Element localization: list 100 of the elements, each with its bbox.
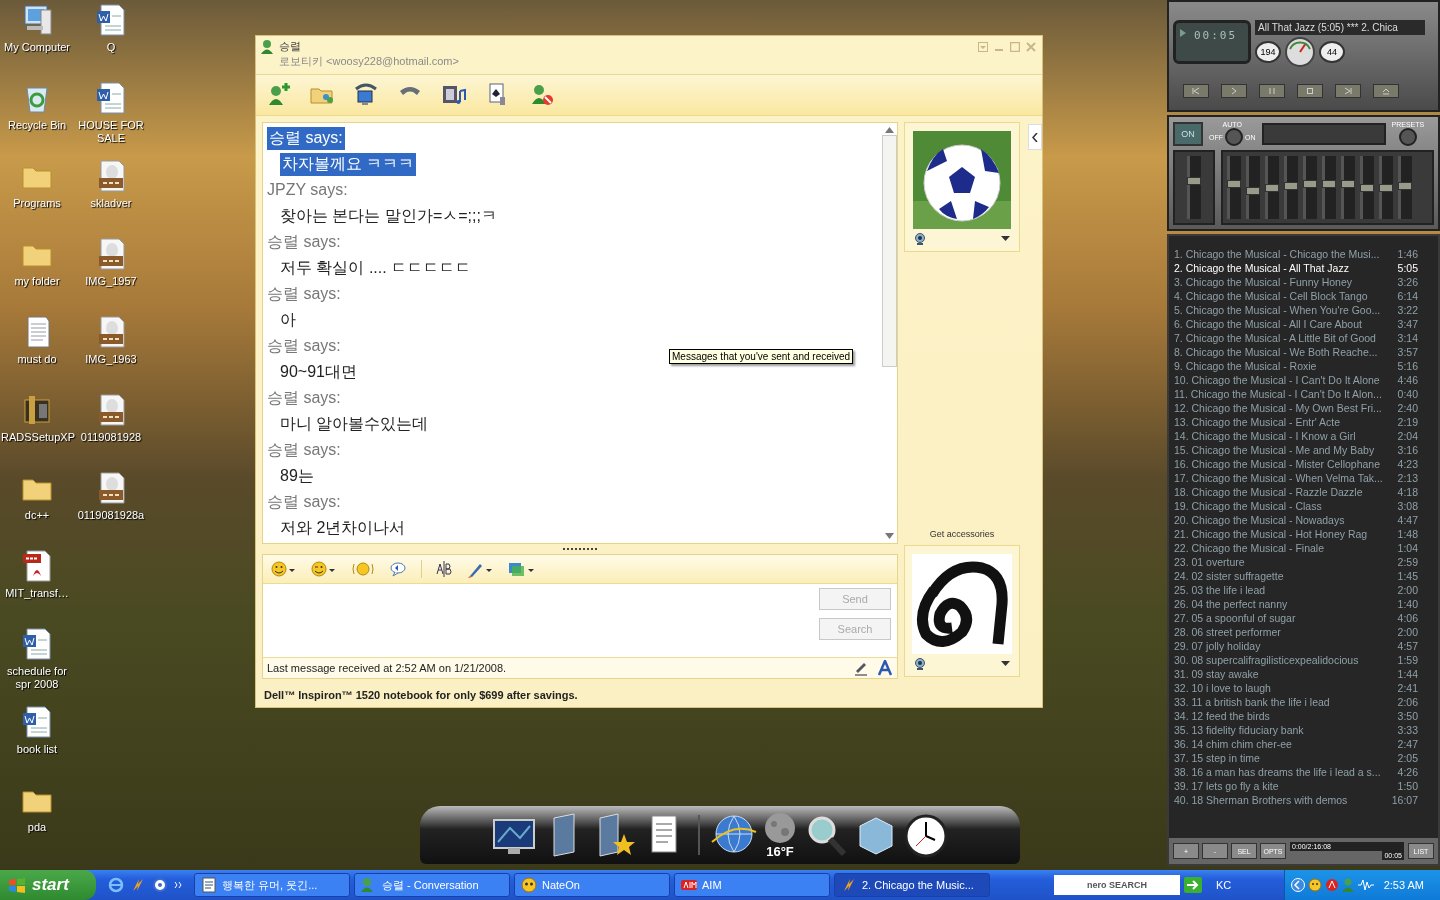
band-slider-handle[interactable]	[1379, 183, 1393, 192]
playlist-track[interactable]: 22. Chicago the Musical - Finale 1:04	[1174, 542, 1434, 556]
playlist-track[interactable]: 36. 14 chim chim cher-ee 2:47	[1174, 738, 1434, 752]
playlist-track[interactable]: 1. Chicago the Musical - Chicago the Musi... 1:46	[1174, 248, 1434, 262]
icon-label[interactable]: 0119081928a	[75, 509, 147, 522]
presets-knob[interactable]	[1398, 128, 1417, 146]
go-arrow-icon[interactable]	[1184, 877, 1202, 893]
playlist-track[interactable]: 23. 01 overture 2:59	[1174, 556, 1434, 570]
playlist-track[interactable]: 18. Chicago the Musical - Razzle Dazzle 4:18	[1174, 486, 1434, 500]
playlist-track[interactable]: 39. 17 lets go fly a kite 1:50	[1174, 780, 1434, 794]
playlist-track[interactable]: 5. Chicago the Musical - When You're Goo... 3:22	[1174, 304, 1434, 318]
font-icon[interactable]	[877, 660, 893, 676]
band-slider-handle[interactable]	[1265, 183, 1279, 192]
icon-label[interactable]: IMG_1963	[75, 353, 147, 366]
taskbar-button[interactable]: AIM	[674, 873, 830, 897]
playlist-track[interactable]: 19. Chicago the Musical - Class 3:08	[1174, 500, 1434, 514]
playlist-track[interactable]: 37. 15 step in time 2:05	[1174, 752, 1434, 766]
smiley-icon[interactable]	[1307, 878, 1322, 892]
chevron-left-icon[interactable]	[1290, 878, 1305, 892]
taskbar-button[interactable]: 2. Chicago the Music...	[834, 873, 990, 897]
taskbar-button[interactable]: 행복한 유머, 웃긴...	[194, 873, 350, 897]
preamp-slider-handle[interactable]	[1187, 177, 1201, 186]
playlist-track[interactable]: 16. Chicago the Musical - Mister Cellophane 4:23	[1174, 458, 1434, 472]
browser-icon[interactable]	[108, 877, 124, 893]
icon-label[interactable]: book list	[1, 743, 73, 756]
advertisement-link[interactable]: Dell™ Inspiron™ 1520 notebook for only $699 after savings.	[256, 685, 1042, 707]
background-menu-icon[interactable]	[508, 560, 536, 578]
waveform-icon[interactable]	[1356, 878, 1375, 892]
transport-button[interactable]	[1221, 83, 1247, 98]
playlist-track[interactable]: 40. 18 Sherman Brothers with demos 16:07	[1174, 794, 1434, 808]
scroll-thumb[interactable]	[882, 135, 897, 367]
webcam-icon[interactable]	[914, 658, 926, 670]
playlist-track[interactable]: 3. Chicago the Musical - Funny Honey 3:26	[1174, 276, 1434, 290]
playlist-track[interactable]: 34. 12 feed the birds 3:50	[1174, 710, 1434, 724]
playlist-track[interactable]: 31. 09 stay awake 1:44	[1174, 668, 1434, 682]
aim-logo-icon[interactable]	[1324, 878, 1339, 892]
playlist-track[interactable]: 13. Chicago the Musical - Entr' Acte 2:19	[1174, 416, 1434, 430]
transport-button[interactable]	[1259, 83, 1285, 98]
playlist-track[interactable]: 20. Chicago the Musical - Nowadays 4:47	[1174, 514, 1434, 528]
playlist-track[interactable]: 33. 11 a british bank the life i lead 2:06	[1174, 696, 1434, 710]
playlist-track[interactable]: 35. 13 fidelity fiduciary bank 3:33	[1174, 724, 1434, 738]
dropdown-icon[interactable]	[1001, 661, 1010, 667]
playlist-track[interactable]: 15. Chicago the Musical - Me and My Baby 3:16	[1174, 444, 1434, 458]
playlist-track[interactable]: 2. Chicago the Musical - All That Jazz 5:05	[1174, 262, 1434, 276]
band-slider-handle[interactable]	[1341, 180, 1355, 189]
transport-button[interactable]	[1297, 83, 1323, 98]
block-contact-icon[interactable]	[530, 83, 554, 107]
font-ab-icon[interactable]	[436, 560, 454, 578]
playlist-track[interactable]: 11. Chicago the Musical - I Can't Do It Alon... 0:40	[1174, 388, 1434, 402]
playlist-track[interactable]: 28. 06 street performer 2:00	[1174, 626, 1434, 640]
browser-alt-icon[interactable]	[152, 877, 168, 893]
chevron-right-icon[interactable]	[174, 881, 182, 889]
taskbar-button[interactable]: NateOn	[514, 873, 670, 897]
band-slider-handle[interactable]	[1284, 182, 1298, 191]
nudge-smiley-icon[interactable]	[351, 560, 375, 578]
webcam-icon[interactable]	[914, 233, 926, 245]
icon-label[interactable]: RADSSetupXP	[1, 431, 73, 444]
playlist-track[interactable]: 21. Chicago the Musical - Hot Honey Rag 1:48	[1174, 528, 1434, 542]
playlist-track[interactable]: 12. Chicago the Musical - My Own Best Fri... 2:40	[1174, 402, 1434, 416]
playlist-track[interactable]: 9. Chicago the Musical - Roxie 5:16	[1174, 360, 1434, 374]
wink-menu-icon[interactable]	[311, 560, 337, 578]
playlist-track[interactable]: 25. 03 the life i lead 2:00	[1174, 584, 1434, 598]
icon-label[interactable]: Recycle Bin	[1, 119, 73, 132]
playlist-track[interactable]: 30. 08 supercalifragilisticexpealidocious 1:59	[1174, 654, 1434, 668]
playlist-track[interactable]: 14. Chicago the Musical - I Know a Girl 2:04	[1174, 430, 1434, 444]
playlist-track[interactable]: 6. Chicago the Musical - All I Care About 3:47	[1174, 318, 1434, 332]
taskbar-button[interactable]: 승렬 - Conversation	[354, 873, 510, 897]
language-indicator[interactable]: KC	[1216, 879, 1232, 891]
dropdown-icon[interactable]	[1001, 236, 1010, 242]
band-slider-handle[interactable]	[1322, 180, 1336, 189]
scroll-down-icon[interactable]	[885, 533, 894, 539]
icon-label[interactable]: MIT_transf…	[1, 587, 73, 600]
icon-label[interactable]: pda	[1, 821, 73, 834]
smiley-menu-icon[interactable]	[271, 560, 297, 578]
icon-label[interactable]: 0119081928	[75, 431, 147, 444]
splitter-grip-icon[interactable]	[562, 547, 598, 551]
playlist-track[interactable]: 8. Chicago the Musical - We Both Reache... 3:57	[1174, 346, 1434, 360]
transport-button[interactable]	[1373, 83, 1399, 98]
scroll-up-icon[interactable]	[885, 127, 894, 133]
speech-bubble-icon[interactable]	[389, 560, 407, 578]
playlist-track[interactable]: 10. Chicago the Musical - I Can't Do It Alone 4:46	[1174, 374, 1434, 388]
playlist-track[interactable]: 29. 07 jolly holiday 4:57	[1174, 640, 1434, 654]
band-slider-handle[interactable]	[1360, 183, 1374, 192]
playlist-track[interactable]: 27. 05 a spoonful of sugar 4:06	[1174, 612, 1434, 626]
icon-label[interactable]: schedule for spr 2008	[1, 665, 73, 691]
icon-label[interactable]: My Computer	[1, 41, 73, 54]
icon-label[interactable]: dc++	[1, 509, 73, 522]
pen-icon[interactable]	[853, 660, 869, 676]
icon-label[interactable]: HOUSE FOR SALE	[75, 119, 147, 145]
playlist-track[interactable]: 38. 16 a man has dreams the life i lead a s... 4:26	[1174, 766, 1434, 780]
add-contact-icon[interactable]	[266, 83, 290, 107]
start-button[interactable]: start	[0, 870, 96, 900]
accessories-link[interactable]: Get accessories	[929, 529, 995, 539]
playlist-track[interactable]: 24. 02 sister suffragette 1:45	[1174, 570, 1434, 584]
playlist-track[interactable]: 7. Chicago the Musical - A Little Bit of Good 3:14	[1174, 332, 1434, 346]
power-button[interactable]: ON	[1173, 121, 1203, 146]
video-call-icon[interactable]	[354, 83, 378, 107]
icon-label[interactable]: Q	[75, 41, 147, 54]
icon-label[interactable]: IMG_1957	[75, 275, 147, 288]
playlist-track[interactable]: 17. Chicago the Musical - When Velma Tak... 2:13	[1174, 472, 1434, 486]
